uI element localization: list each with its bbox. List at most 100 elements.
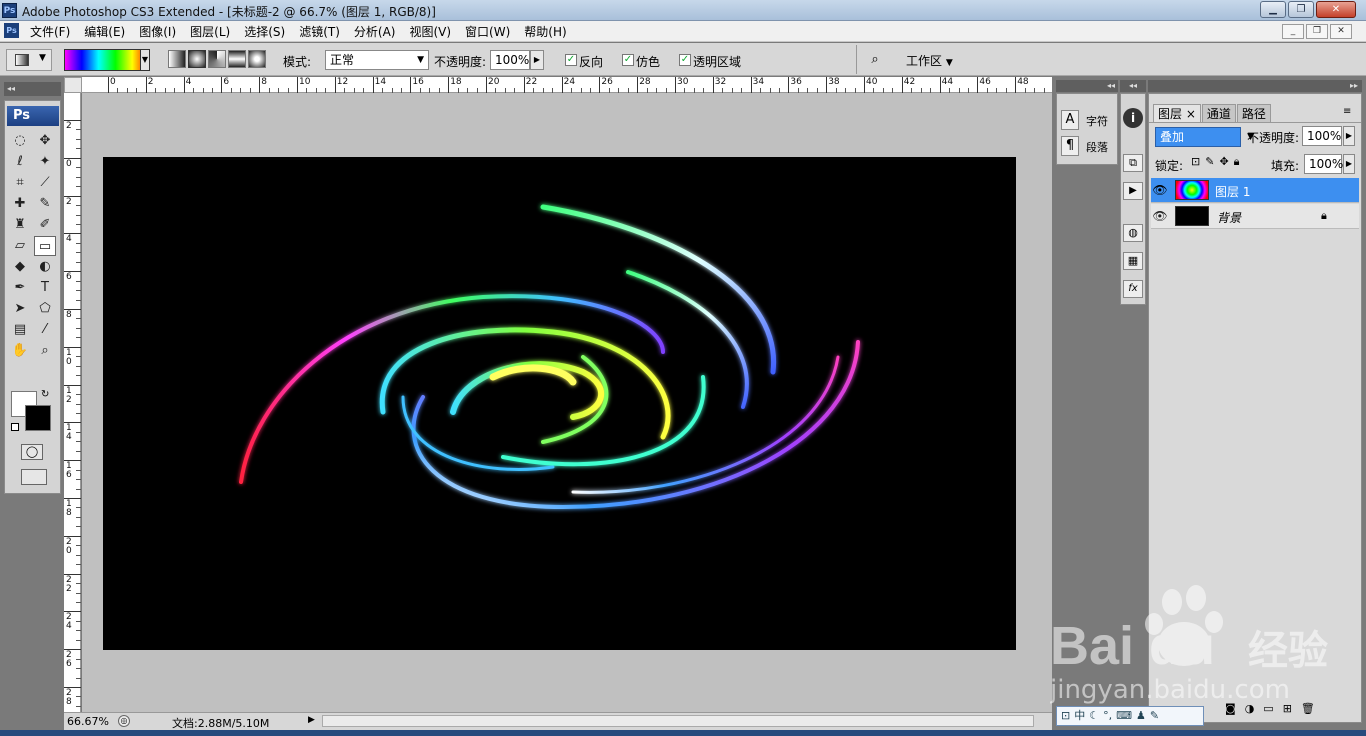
status-info-icon[interactable]: ◎ bbox=[118, 715, 130, 727]
menu-item-2[interactable]: 图像(I) bbox=[139, 23, 176, 40]
horizontal-scrollbar[interactable] bbox=[322, 715, 1034, 727]
toolbox-header[interactable]: ◂◂ bbox=[4, 82, 61, 96]
opacity-arrow-icon[interactable]: ▶ bbox=[1343, 126, 1355, 146]
document-icon[interactable]: Ps bbox=[4, 23, 19, 38]
angle-gradient-icon[interactable] bbox=[208, 50, 226, 68]
menu-item-4[interactable]: 选择(S) bbox=[244, 23, 285, 40]
linear-gradient-icon[interactable] bbox=[168, 50, 186, 68]
mode-select[interactable]: 正常 ▼ bbox=[325, 50, 429, 70]
lock-position-icon[interactable]: ✥ bbox=[1219, 155, 1228, 169]
info-icon[interactable]: i bbox=[1123, 108, 1143, 128]
ime-keyboard-icon[interactable]: ⌨ bbox=[1116, 707, 1132, 725]
actions-icon[interactable]: ▶ bbox=[1123, 182, 1143, 200]
layer-row-2[interactable]: 👁︎ 背景 🔒︎ bbox=[1151, 204, 1359, 229]
swatches-icon[interactable]: ▦ bbox=[1123, 252, 1143, 270]
layer-opacity-input[interactable]: 100% bbox=[1302, 126, 1342, 146]
layer-name[interactable]: 背景 bbox=[1217, 209, 1241, 226]
paragraph-label[interactable]: 段落 bbox=[1086, 139, 1108, 155]
opacity-input[interactable]: 100% bbox=[490, 50, 530, 70]
close-icon[interactable]: × bbox=[1186, 107, 1196, 121]
transparency-checkbox[interactable]: ✓ bbox=[679, 54, 691, 66]
move-tool-icon[interactable]: ✥ bbox=[34, 131, 56, 151]
menu-item-8[interactable]: 窗口(W) bbox=[465, 23, 510, 40]
crop-tool-icon[interactable]: ⌗ bbox=[9, 173, 31, 193]
gradient-picker-chevron-icon[interactable]: ▼ bbox=[140, 49, 150, 71]
shape-tool-icon[interactable]: ⬠ bbox=[34, 299, 56, 319]
tab-channels[interactable]: 通道 bbox=[1201, 104, 1236, 122]
path-select-tool-icon[interactable]: ➤ bbox=[9, 299, 31, 319]
ime-moon-icon[interactable]: ☾ bbox=[1089, 707, 1099, 725]
brush-tool-icon[interactable]: ✎ bbox=[34, 194, 56, 214]
gradient-tool-icon[interactable]: ▭ bbox=[34, 236, 56, 256]
lock-all-icon[interactable]: 🔒︎ bbox=[1234, 155, 1240, 169]
ime-settings-icon[interactable]: ✎ bbox=[1150, 707, 1159, 725]
ime-punct-icon[interactable]: °, bbox=[1103, 707, 1112, 725]
ruler-left[interactable]: 2 0 2 4 6 8 10 12 14 16 18 20 22 24 26 28 bbox=[64, 93, 81, 717]
lock-transparent-icon[interactable]: ⊡ bbox=[1191, 155, 1200, 169]
slice-tool-icon[interactable]: ⟋ bbox=[34, 173, 56, 193]
reverse-checkbox[interactable]: ✓ bbox=[565, 54, 577, 66]
opacity-slider-arrow-icon[interactable]: ▶ bbox=[530, 50, 544, 70]
maximize-icon[interactable]: ❐ bbox=[1288, 1, 1314, 18]
healing-brush-tool-icon[interactable]: ✚ bbox=[9, 194, 31, 214]
notes-tool-icon[interactable]: ▤ bbox=[9, 320, 31, 340]
color-palette-icon[interactable]: ◍ bbox=[1123, 224, 1143, 242]
menu-item-1[interactable]: 编辑(E) bbox=[84, 23, 125, 40]
magic-wand-tool-icon[interactable]: ✦ bbox=[34, 152, 56, 172]
radial-gradient-icon[interactable] bbox=[188, 50, 206, 68]
ime-logo-icon[interactable]: ⊡ bbox=[1061, 707, 1070, 725]
doc-close-icon[interactable]: ✕ bbox=[1330, 24, 1352, 39]
tool-preset-picker[interactable]: ▼ bbox=[6, 49, 52, 71]
swap-colors-icon[interactable]: ↻ bbox=[41, 389, 49, 400]
pen-tool-icon[interactable]: ✒ bbox=[9, 278, 31, 298]
diamond-gradient-icon[interactable] bbox=[248, 50, 266, 68]
history-brush-tool-icon[interactable]: ✐ bbox=[34, 215, 56, 235]
paragraph-panel-icon[interactable]: ¶ bbox=[1061, 136, 1079, 156]
taskbar[interactable] bbox=[0, 730, 1366, 736]
menu-item-7[interactable]: 视图(V) bbox=[409, 23, 451, 40]
type-tool-icon[interactable]: T bbox=[34, 278, 56, 298]
default-colors-icon[interactable] bbox=[11, 423, 19, 431]
eraser-tool-icon[interactable]: ▱ bbox=[9, 236, 31, 256]
visibility-eye-icon[interactable]: 👁︎ bbox=[1151, 178, 1169, 202]
zoom-tool-icon[interactable]: ⌕ bbox=[34, 341, 56, 361]
background-color-swatch[interactable] bbox=[25, 405, 51, 431]
ime-mode-label[interactable]: 中 bbox=[1074, 707, 1085, 725]
character-label[interactable]: 字符 bbox=[1086, 113, 1108, 129]
close-icon[interactable]: ✕ bbox=[1316, 1, 1356, 18]
visibility-eye-icon[interactable]: 👁︎ bbox=[1151, 204, 1169, 228]
workspace-button[interactable]: 工作区 ▼ bbox=[906, 52, 953, 69]
menu-item-0[interactable]: 文件(F) bbox=[30, 23, 70, 40]
hand-tool-icon[interactable]: ✋ bbox=[9, 341, 31, 361]
clone-stamp-tool-icon[interactable]: ♜ bbox=[9, 215, 31, 235]
zoom-level[interactable]: 66.67% bbox=[67, 715, 109, 728]
layer-name[interactable]: 图层 1 bbox=[1215, 183, 1250, 200]
menu-item-3[interactable]: 图层(L) bbox=[190, 23, 230, 40]
fill-arrow-icon[interactable]: ▶ bbox=[1343, 154, 1355, 174]
reflected-gradient-icon[interactable] bbox=[228, 50, 246, 68]
tab-paths[interactable]: 路径 bbox=[1236, 104, 1271, 122]
dock-collapse-bar[interactable]: ◂◂ bbox=[1056, 80, 1118, 92]
lasso-tool-icon[interactable]: ℓ bbox=[9, 152, 31, 172]
screen-mode-icon[interactable] bbox=[21, 469, 47, 485]
document-canvas[interactable] bbox=[103, 157, 1016, 650]
lock-image-icon[interactable]: ✎ bbox=[1205, 155, 1214, 169]
dodge-tool-icon[interactable]: ◐ bbox=[34, 257, 56, 277]
menu-item-9[interactable]: 帮助(H) bbox=[524, 23, 566, 40]
character-panel-icon[interactable]: A bbox=[1061, 110, 1079, 130]
eyedropper-tool-icon[interactable]: ⁄ bbox=[34, 320, 56, 340]
ruler-corner[interactable] bbox=[64, 77, 82, 93]
doc-restore-icon[interactable]: ❐ bbox=[1306, 24, 1328, 39]
panel-menu-icon[interactable]: ≡ bbox=[1343, 106, 1351, 117]
blend-mode-select[interactable]: 叠加 ▼ bbox=[1155, 127, 1254, 147]
ime-user-icon[interactable]: ♟ bbox=[1136, 707, 1146, 725]
ruler-top[interactable]: 0 2 4 6 8 10 12 14 16 18 20 22 24 26 28 30 32 34 36 38 40 42 4… bbox=[82, 77, 1052, 93]
layer-row-1[interactable]: 👁︎ 图层 1 bbox=[1151, 178, 1359, 203]
gradient-editor-swatch[interactable] bbox=[64, 49, 150, 71]
tab-layers[interactable]: 图层 × bbox=[1153, 104, 1201, 122]
menu-item-6[interactable]: 分析(A) bbox=[354, 23, 396, 40]
status-menu-arrow-icon[interactable]: ▶ bbox=[308, 715, 315, 725]
icon-dock-collapse-bar[interactable]: ◂◂ bbox=[1120, 80, 1146, 92]
bridge-icon[interactable]: ⌕ bbox=[864, 51, 886, 69]
history-icon[interactable]: ⧉ bbox=[1123, 154, 1143, 172]
